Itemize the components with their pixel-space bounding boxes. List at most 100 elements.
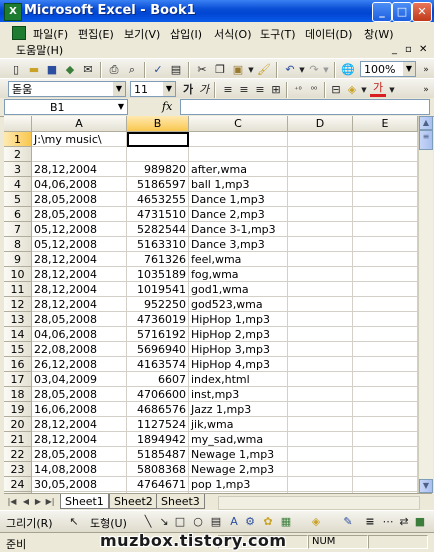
row-header[interactable]: 1 bbox=[4, 132, 32, 147]
cell-c-row[interactable]: jik,wma bbox=[189, 417, 288, 432]
cell-d-row[interactable] bbox=[288, 297, 353, 312]
first-sheet-icon[interactable]: |◀ bbox=[6, 495, 18, 508]
cell-d-row[interactable] bbox=[288, 387, 353, 402]
cell-e-row[interactable] bbox=[353, 402, 418, 417]
save-icon[interactable]: ■ bbox=[44, 62, 60, 78]
spelling-icon[interactable]: ✓ bbox=[150, 62, 166, 78]
cell-d-row[interactable] bbox=[288, 162, 353, 177]
chevron-down-icon[interactable]: ▼ bbox=[113, 82, 125, 96]
sheet-tab-3[interactable]: Sheet3 bbox=[156, 494, 205, 509]
cell-a-row[interactable]: 30,05,2008 bbox=[32, 477, 127, 492]
cell-c-row[interactable] bbox=[189, 147, 288, 162]
column-header-e[interactable]: E bbox=[353, 116, 418, 132]
cell-a-row[interactable]: 03,04,2009 bbox=[32, 372, 127, 387]
font-size-select[interactable]: 11 ▼ bbox=[130, 81, 176, 97]
menu-help[interactable]: 도움말(H) bbox=[16, 42, 63, 58]
row-header[interactable]: 24 bbox=[4, 477, 32, 492]
cell-c-row[interactable]: Newage 1,mp3 bbox=[189, 447, 288, 462]
cell-d-row[interactable] bbox=[288, 342, 353, 357]
cell-d-row[interactable] bbox=[288, 282, 353, 297]
cell-a-row[interactable]: 16,06,2008 bbox=[32, 402, 127, 417]
research-icon[interactable]: ▤ bbox=[168, 62, 184, 78]
cell-e-row[interactable] bbox=[353, 432, 418, 447]
cell-e-row[interactable] bbox=[353, 267, 418, 282]
align-left-icon[interactable]: ≡ bbox=[220, 82, 236, 98]
cell-c-row[interactable]: god523,wma bbox=[189, 297, 288, 312]
menu-insert[interactable]: 삽입(I) bbox=[170, 26, 202, 42]
draw-menu-button[interactable]: 그리기(R) bbox=[6, 515, 53, 531]
cell-a-row[interactable]: 28,12,2004 bbox=[32, 162, 127, 177]
cell-a-row[interactable]: 26,12,2008 bbox=[32, 357, 127, 372]
format-painter-icon[interactable]: 🖌 bbox=[256, 62, 272, 78]
print-icon[interactable]: ⎙ bbox=[106, 62, 122, 78]
cell-c-row[interactable]: inst,mp3 bbox=[189, 387, 288, 402]
cell-b-row[interactable]: 4764671 bbox=[127, 477, 189, 492]
wordart-icon[interactable]: A bbox=[226, 514, 242, 530]
cell-a-row[interactable]: 28,12,2004 bbox=[32, 417, 127, 432]
cell-d-row[interactable] bbox=[288, 357, 353, 372]
next-sheet-icon[interactable]: ▶ bbox=[32, 495, 44, 508]
minimize-button[interactable]: _ bbox=[372, 2, 392, 22]
cut-icon[interactable]: ✂ bbox=[194, 62, 210, 78]
maximize-button[interactable]: □ bbox=[392, 2, 412, 22]
cell-e-row[interactable] bbox=[353, 327, 418, 342]
italic-button[interactable]: 가 bbox=[196, 82, 212, 98]
cell-d-row[interactable] bbox=[288, 207, 353, 222]
menu-edit[interactable]: 편집(E) bbox=[78, 26, 114, 42]
autoshapes-button[interactable]: 도형(U) bbox=[90, 515, 127, 531]
cell-d-row[interactable] bbox=[288, 447, 353, 462]
excel-app-icon[interactable]: X bbox=[4, 3, 22, 21]
row-header[interactable]: 16 bbox=[4, 357, 32, 372]
chevron-down-icon[interactable]: ▼ bbox=[403, 62, 415, 76]
cell-c-row[interactable]: HipHop 4,mp3 bbox=[189, 357, 288, 372]
cell-c-row[interactable]: Dance 3,mp3 bbox=[189, 237, 288, 252]
toolbar-options-icon[interactable]: » bbox=[418, 62, 434, 78]
chevron-down-icon[interactable]: ▼ bbox=[384, 82, 400, 98]
cell-d-row[interactable] bbox=[288, 237, 353, 252]
select-all-corner[interactable] bbox=[4, 116, 32, 132]
vertical-scrollbar[interactable]: ▲ ≡ ▼ bbox=[418, 116, 433, 493]
cell-e-row[interactable] bbox=[353, 312, 418, 327]
cell-e-row[interactable] bbox=[353, 147, 418, 162]
cell-c-row[interactable]: Dance 1,mp3 bbox=[189, 192, 288, 207]
cell-b-row[interactable]: 4653255 bbox=[127, 192, 189, 207]
cell-d-row[interactable] bbox=[288, 477, 353, 492]
column-header-c[interactable]: C bbox=[189, 116, 288, 132]
cell-d-row[interactable] bbox=[288, 252, 353, 267]
cell-c-row[interactable]: fog,wma bbox=[189, 267, 288, 282]
dash-style-icon[interactable]: ⋯ bbox=[380, 514, 396, 530]
menu-format[interactable]: 서식(O) bbox=[214, 26, 251, 42]
cell-a-row[interactable]: 28,05,2008 bbox=[32, 312, 127, 327]
cell-e-row[interactable] bbox=[353, 132, 418, 147]
cell-b-row[interactable]: 4731510 bbox=[127, 207, 189, 222]
cell-c-row[interactable]: feel,wma bbox=[189, 252, 288, 267]
font-select[interactable]: 돋움 ▼ bbox=[8, 81, 126, 97]
cell-c-row[interactable]: Newage 2,mp3 bbox=[189, 462, 288, 477]
cell-e-row[interactable] bbox=[353, 207, 418, 222]
column-header-a[interactable]: A bbox=[32, 116, 127, 132]
menu-file[interactable]: 파일(F) bbox=[33, 26, 68, 42]
cell-c-row[interactable]: HipHop 2,mp3 bbox=[189, 327, 288, 342]
doc-restore-button[interactable]: ▫ bbox=[405, 44, 412, 55]
row-header[interactable]: 7 bbox=[4, 222, 32, 237]
cell-b-row[interactable]: 5716192 bbox=[127, 327, 189, 342]
cell-c-row[interactable]: HipHop 1,mp3 bbox=[189, 312, 288, 327]
cell-e-row[interactable] bbox=[353, 372, 418, 387]
cell-e-row[interactable] bbox=[353, 387, 418, 402]
cell-c-row[interactable]: ball 1,mp3 bbox=[189, 177, 288, 192]
formula-input[interactable] bbox=[180, 99, 430, 115]
cell-b-row[interactable]: 5186597 bbox=[127, 177, 189, 192]
menu-view[interactable]: 보기(V) bbox=[124, 26, 160, 42]
cell-b-row[interactable]: 5282544 bbox=[127, 222, 189, 237]
email-icon[interactable]: ✉ bbox=[80, 62, 96, 78]
row-header[interactable]: 8 bbox=[4, 237, 32, 252]
cell-a-row[interactable]: 28,05,2008 bbox=[32, 387, 127, 402]
chevron-down-icon[interactable]: ▼ bbox=[163, 82, 175, 96]
cell-a-row[interactable] bbox=[32, 147, 127, 162]
cell-c-row[interactable]: after,wma bbox=[189, 162, 288, 177]
cell-c-row[interactable]: Dance 2,mp3 bbox=[189, 207, 288, 222]
cell-b-row[interactable]: 1019541 bbox=[127, 282, 189, 297]
cell-d-row[interactable] bbox=[288, 462, 353, 477]
cell-d-row[interactable] bbox=[288, 192, 353, 207]
row-header[interactable]: 15 bbox=[4, 342, 32, 357]
